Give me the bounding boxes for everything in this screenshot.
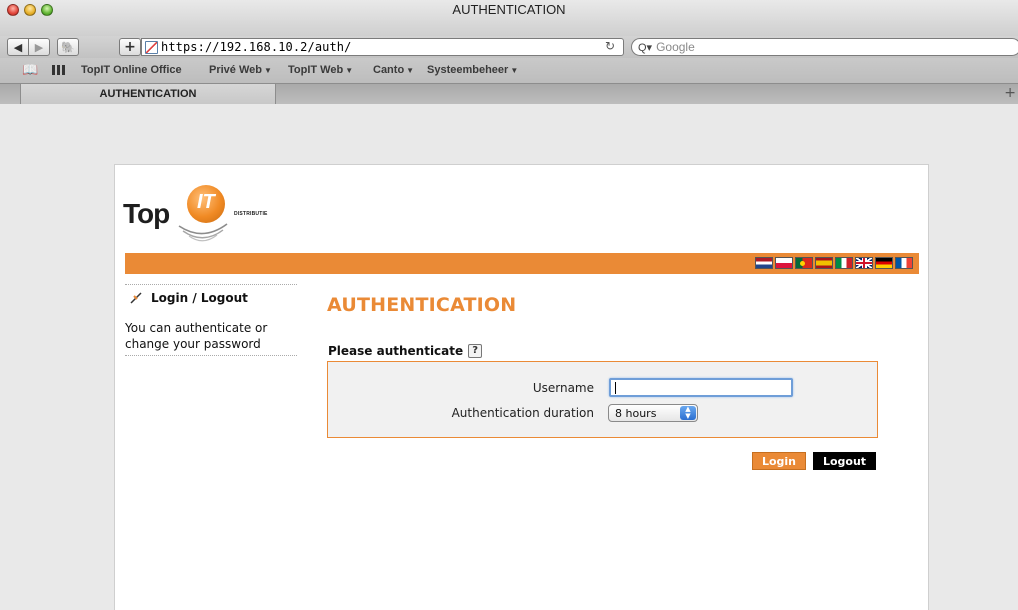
form-heading: Please authenticate ? (328, 344, 483, 358)
topit-logo: Top IT DISTRIBUTIE (123, 178, 273, 243)
search-field[interactable]: Q▾ Google (631, 38, 1018, 56)
forward-button[interactable]: ▶ (28, 38, 50, 56)
bookmarks-book-icon[interactable]: 📖 (22, 62, 38, 78)
logo-wordmark: Top (123, 198, 170, 229)
address-text[interactable]: https://192.168.10.2/auth/ (161, 40, 351, 54)
back-arrow-icon: ◀ (13, 40, 23, 54)
bookmark-topit-online-office[interactable]: TopIT Online Office (81, 64, 182, 76)
tab-bar: AUTHENTICATION + (0, 83, 1018, 105)
page-viewport: Top IT DISTRIBUTIE Login / Logout You ca… (0, 104, 1018, 610)
content-card: Top IT DISTRIBUTIE Login / Logout You ca… (114, 164, 929, 610)
fr-flag-icon[interactable] (895, 257, 913, 269)
sidebar-item-login-logout[interactable]: Login / Logout (129, 291, 248, 305)
bookmark-label: Canto (373, 64, 405, 76)
search-placeholder: Google (656, 40, 695, 54)
reload-icon[interactable]: ↻ (605, 39, 615, 53)
username-label: Username (532, 381, 594, 395)
key-arrow-icon (130, 292, 142, 304)
pl-flag-icon[interactable] (775, 257, 793, 269)
window-title: AUTHENTICATION (452, 2, 566, 17)
it-flag-icon[interactable] (835, 257, 853, 269)
form-heading-text: Please authenticate (328, 344, 464, 358)
logo-swoosh-icon (178, 223, 228, 242)
search-icon[interactable]: Q▾ (638, 41, 652, 54)
address-bar[interactable]: https://192.168.10.2/auth/ ↻ (141, 38, 624, 56)
evernote-button[interactable]: 🐘 (57, 38, 79, 56)
bookmark-label: TopIT Online Office (81, 64, 182, 76)
chevron-down-icon: ▼ (345, 66, 354, 75)
bookmark-label: Privé Web (209, 64, 262, 76)
sidebar-heading: Login / Logout (151, 291, 248, 305)
logo-ball-text: IT (197, 191, 215, 213)
forward-arrow-icon: ▶ (34, 40, 44, 54)
login-button[interactable]: Login (752, 452, 806, 470)
bookmark-prive-web[interactable]: Privé Web ▼ (209, 64, 272, 76)
auth-form: Username Authentication duration 8 hours… (327, 361, 878, 438)
bookmark-topit-web[interactable]: TopIT Web ▼ (288, 64, 353, 76)
tab-authentication[interactable]: AUTHENTICATION (20, 84, 276, 105)
chevron-down-icon: ▼ (264, 66, 272, 75)
header-band (125, 253, 919, 274)
duration-label: Authentication duration (451, 406, 594, 420)
bookmark-canto[interactable]: Canto ▼ (373, 64, 414, 76)
chevron-down-icon: ▼ (510, 66, 519, 75)
language-selector (755, 257, 913, 269)
uk-flag-icon[interactable] (855, 257, 873, 269)
bookmark-systeembeheer[interactable]: Systeembeheer ▼ (427, 64, 518, 76)
duration-select[interactable]: 8 hours ▲ ▼ (608, 404, 698, 422)
new-tab-icon[interactable]: + (1004, 85, 1016, 101)
chevron-down-icon: ▼ (406, 66, 415, 75)
sidebar-divider-top (125, 284, 297, 285)
nl-flag-icon[interactable] (755, 257, 773, 269)
select-updown-icon: ▲ ▼ (680, 406, 696, 420)
sidebar-description: You can authenticate or change your pass… (125, 321, 268, 351)
site-favicon-icon (145, 40, 158, 54)
text-caret (615, 382, 616, 394)
sidebar-divider-bottom (125, 355, 297, 356)
username-input[interactable] (609, 378, 793, 397)
pt-flag-icon[interactable] (795, 257, 813, 269)
top-sites-grid-icon[interactable] (52, 65, 65, 75)
back-button[interactable]: ◀ (7, 38, 29, 56)
duration-value: 8 hours (615, 406, 657, 420)
es-flag-icon[interactable] (815, 257, 833, 269)
help-icon[interactable]: ? (468, 344, 483, 358)
bookmark-label: TopIT Web (288, 64, 344, 76)
window-titlebar: AUTHENTICATION (0, 0, 1018, 36)
de-flag-icon[interactable] (875, 257, 893, 269)
plus-icon: + (124, 39, 136, 55)
elephant-icon: 🐘 (61, 40, 75, 54)
browser-toolbar: ◀ ▶ 🐘 + https://192.168.10.2/auth/ ↻ Q▾ … (0, 36, 1018, 58)
logo-tagline: DISTRIBUTIE (234, 211, 268, 217)
add-bookmark-button[interactable]: + (119, 38, 141, 56)
bookmarks-bar: 📖 TopIT Online Office Privé Web ▼ TopIT W… (0, 58, 1018, 83)
page-title: AUTHENTICATION (327, 294, 517, 316)
bookmark-label: Systeembeheer (427, 64, 509, 76)
logout-button[interactable]: Logout (813, 452, 876, 470)
